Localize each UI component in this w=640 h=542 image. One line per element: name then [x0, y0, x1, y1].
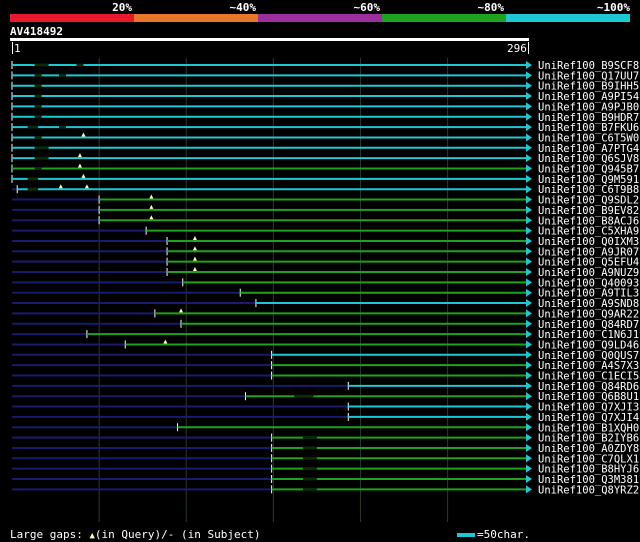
- hit-end-arrow: [526, 412, 532, 421]
- blast-alignment-view: 20% ~40% ~60% ~80% ~100% AV418492 1 296 …: [0, 0, 640, 542]
- hit-end-arrow: [526, 143, 532, 152]
- query-gap-marker: [58, 184, 63, 189]
- hit-end-arrow: [526, 340, 532, 349]
- hit-end-arrow: [526, 330, 532, 339]
- hit-end-arrow: [526, 133, 532, 142]
- hit-end-arrow: [526, 257, 532, 266]
- hit-end-arrow: [526, 299, 532, 308]
- query-gap-marker: [149, 194, 154, 199]
- hit-end-arrow: [526, 154, 532, 163]
- query-gap-marker: [81, 173, 86, 178]
- hit-end-arrow: [526, 309, 532, 318]
- scale-label: =50char.: [477, 528, 530, 541]
- hit-end-arrow: [526, 454, 532, 463]
- hit-end-arrow: [526, 205, 532, 214]
- hit-end-arrow: [526, 288, 532, 297]
- query-gap-marker: [192, 267, 197, 271]
- hit-end-arrow: [526, 278, 532, 287]
- query-gap-marker: [149, 215, 154, 220]
- query-gap-marker: [77, 153, 82, 158]
- hit-end-arrow: [526, 195, 532, 204]
- query-gap-marker: [81, 132, 86, 137]
- query-gap-marker: [179, 308, 184, 313]
- hit-end-arrow: [526, 423, 532, 432]
- alignment-hits: UniRef100_B9SCF8UniRef100_Q17UU7UniRef10…: [11, 58, 639, 522]
- query-gap-marker: [149, 204, 154, 209]
- hit-label: UniRef100_Q8YRZ2: [538, 484, 639, 496]
- query-gap-marker: [192, 256, 197, 261]
- hit-end-arrow: [526, 216, 532, 225]
- hit-end-arrow: [526, 81, 532, 90]
- hit-end-arrow: [526, 164, 532, 173]
- hit-end-arrow: [526, 102, 532, 111]
- query-gap-marker: [192, 235, 197, 240]
- hit-end-arrow: [526, 61, 532, 69]
- hit-end-arrow: [526, 464, 532, 473]
- hit-end-arrow: [526, 361, 532, 370]
- query-gap-marker: [163, 339, 168, 344]
- hit-end-arrow: [526, 174, 532, 183]
- hit-end-arrow: [526, 236, 532, 245]
- hit-end-arrow: [526, 350, 532, 359]
- scale-bar: [457, 533, 475, 537]
- hit-end-arrow: [526, 226, 532, 235]
- hit-end-arrow: [526, 433, 532, 442]
- hit-end-arrow: [526, 319, 532, 328]
- hit-end-arrow: [526, 381, 532, 390]
- query-gap-marker: [192, 246, 197, 251]
- hit-end-arrow: [526, 443, 532, 452]
- hit-end-arrow: [526, 485, 532, 494]
- hit-end-arrow: [526, 475, 532, 483]
- hit-end-arrow: [526, 268, 532, 276]
- gap-legend: Large gaps: ▲(in Query)/- (in Subject): [10, 528, 260, 541]
- gap-legend-title: Large gaps:: [10, 528, 83, 541]
- query-gap-marker: [77, 163, 82, 168]
- hit-end-arrow: [526, 392, 532, 401]
- hit-end-arrow: [526, 112, 532, 121]
- subject-gap-text: (in Subject): [174, 528, 261, 541]
- hit-end-arrow: [526, 71, 532, 80]
- hit-end-arrow: [526, 185, 532, 194]
- hit-end-arrow: [526, 402, 532, 411]
- hit-end-arrow: [526, 371, 532, 380]
- query-gap-text: (in Query)/: [94, 528, 168, 541]
- hit-end-arrow: [526, 123, 532, 132]
- hit-end-arrow: [526, 247, 532, 256]
- query-gap-marker: [84, 184, 89, 189]
- hit-end-arrow: [526, 92, 532, 101]
